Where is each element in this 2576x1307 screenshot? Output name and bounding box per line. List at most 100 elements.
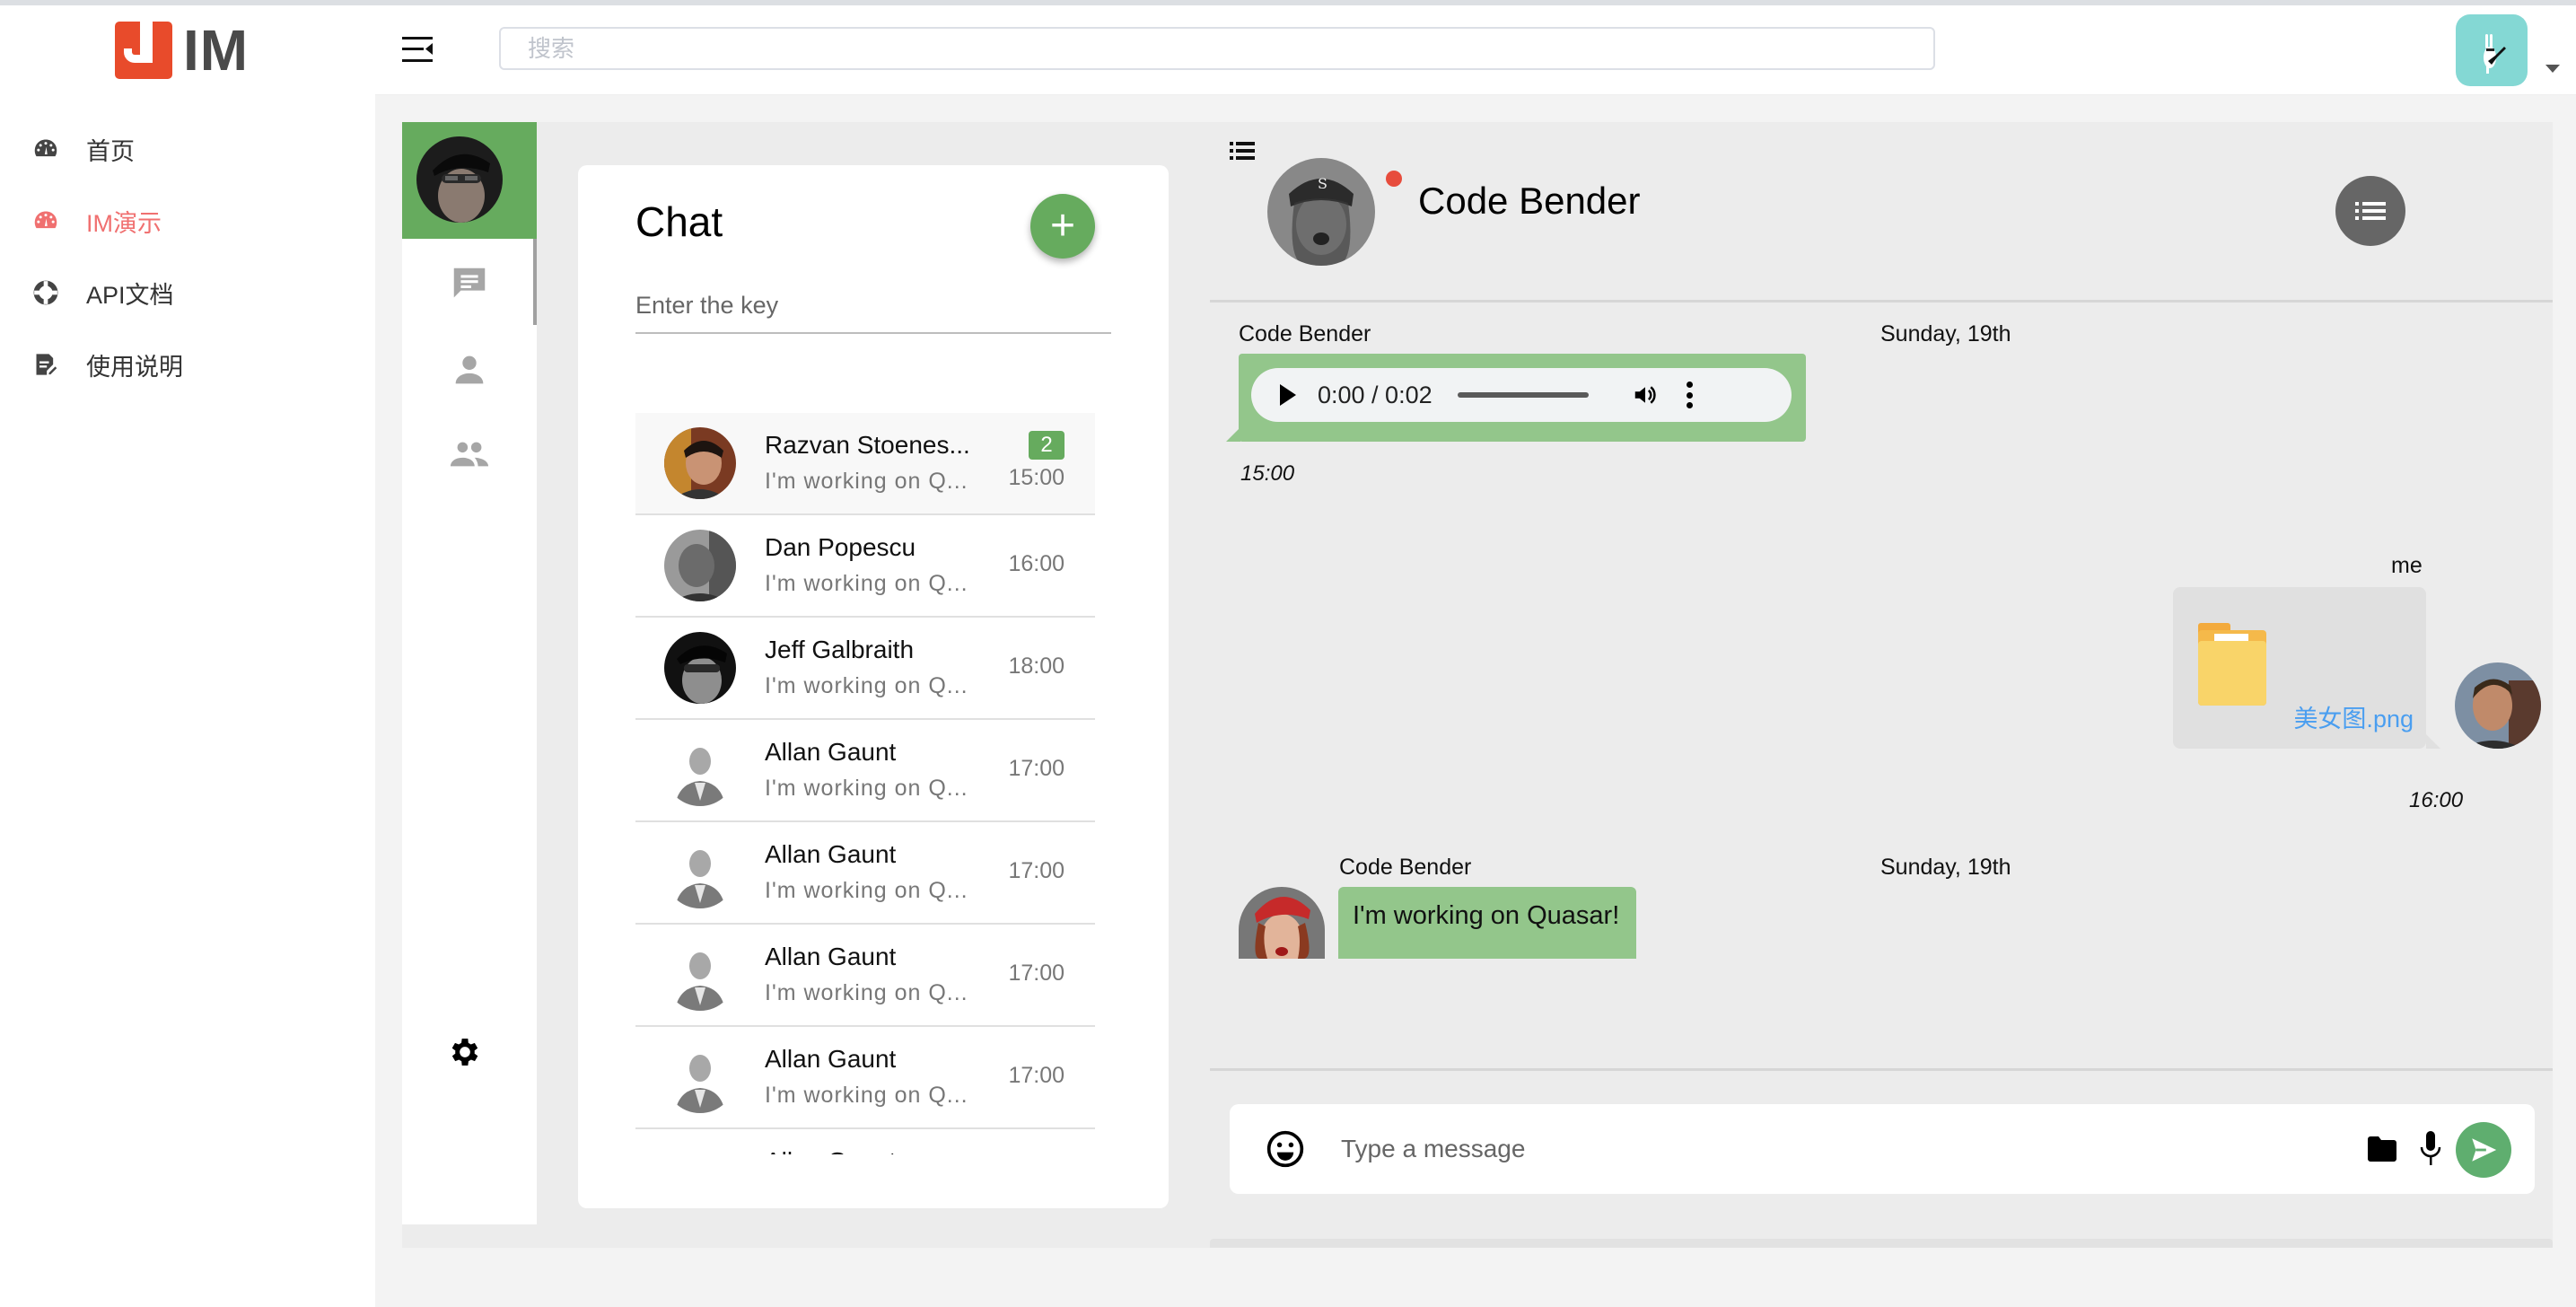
conversation-name: Jeff Galbraith (765, 636, 915, 663)
conversation-time: 15:00 (1008, 465, 1065, 490)
logo-j-mark-icon (115, 22, 172, 79)
nav-menu: 首页 IM演示 API文档 使用说明 (0, 113, 375, 400)
folder-icon[interactable] (2368, 1136, 2396, 1162)
conversation-avatar (664, 939, 736, 1011)
conversation-item[interactable]: Allan Gaunt I'm working on Q... 17:00 (635, 720, 1095, 822)
nav-item-label: 使用说明 (86, 353, 183, 381)
chat-search-input[interactable] (635, 278, 1111, 334)
left-navigation: IM 首页 IM演示 API文档 使用说明 (0, 5, 375, 1307)
nav-item-api-docs[interactable]: API文档 (0, 257, 375, 329)
list-icon[interactable] (1230, 142, 1255, 160)
divider (1210, 1068, 2553, 1071)
dashboard-icon (32, 207, 59, 234)
im-app-frame: Chat + Razvan Stoenes... I'm working on … (402, 122, 2553, 1248)
conversation-preview: I'm working on Q... (765, 878, 968, 903)
current-user-avatar[interactable] (416, 136, 503, 223)
audio-message-bubble: 0:00 / 0:02 (1226, 354, 1806, 442)
conversation-avatar (664, 837, 736, 908)
conversation-time: 17:00 (1008, 858, 1065, 883)
person-icon (455, 355, 484, 384)
conversation-item[interactable]: Allan Gaunt I'm working on Q... 17:00 (635, 925, 1095, 1027)
rail-chat-button[interactable] (438, 257, 501, 311)
conversation-name: Allan Gaunt (765, 943, 897, 970)
icon-rail (402, 122, 537, 1224)
more-vert-icon[interactable] (1686, 382, 1695, 408)
conversation-preview: I'm working on Q... (765, 673, 968, 698)
divider (1210, 300, 2553, 303)
nav-item-usage-guide[interactable]: 使用说明 (0, 329, 375, 400)
conversation-avatar (664, 530, 736, 601)
gear-icon (451, 1039, 478, 1066)
text-message-bubble: I'm working on Quasar! (1338, 887, 1636, 959)
conversation-avatar (664, 734, 736, 806)
conversation-name: Allan Gaunt (765, 738, 897, 766)
app-logo[interactable]: IM (115, 22, 249, 79)
user-avatar[interactable] (2456, 14, 2528, 86)
play-icon[interactable] (1280, 384, 1296, 406)
list-icon (2355, 202, 2386, 220)
unread-badge: 2 (1029, 431, 1065, 460)
svg-text:S: S (1318, 175, 1327, 192)
conversation-time: 17:00 (1008, 756, 1065, 781)
file-name-link[interactable]: 美女图.png (2293, 699, 2414, 734)
conversation-avatar (664, 427, 736, 499)
conversation-item[interactable]: Allan Gaunt I'm working on Q... 17:00 (635, 1027, 1095, 1129)
conversation-list: Razvan Stoenes... I'm working on Q... 2 … (635, 413, 1095, 1154)
message-timestamp: 15:00 (1240, 461, 1295, 486)
logo-text: IM (183, 18, 250, 83)
conversation-preview: I'm working on Q... (765, 571, 968, 596)
send-icon (2472, 1138, 2497, 1162)
add-chat-button[interactable]: + (1030, 194, 1095, 259)
conversation-time: 18:00 (1008, 654, 1065, 679)
message-date: Sunday, 19th (1880, 321, 2011, 346)
volume-icon[interactable] (1632, 382, 1659, 408)
microphone-icon[interactable] (2420, 1131, 2441, 1167)
nav-item-home[interactable]: 首页 (0, 113, 375, 185)
peer-name: Code Bender (1418, 180, 1641, 222)
message-sender: me (2391, 553, 2423, 578)
message-timestamp: 16:00 (2409, 788, 2464, 812)
conversation-time: 16:00 (1008, 551, 1065, 576)
message-composer (1230, 1104, 2535, 1194)
menu-collapse-icon[interactable] (402, 36, 433, 63)
conversation-name: Allan Gaunt (765, 1147, 896, 1154)
audio-progress-slider[interactable] (1457, 392, 1589, 398)
top-header (375, 5, 2576, 95)
emoji-icon[interactable] (1266, 1129, 1305, 1169)
conversation-avatar (664, 1144, 736, 1154)
main-content: Chat + Razvan Stoenes... I'm working on … (375, 95, 2576, 1307)
file-message-bubble[interactable]: 美女图.png (2173, 587, 2440, 749)
peer-avatar[interactable]: S (1267, 158, 1375, 266)
conversation-avatar (664, 632, 736, 704)
chat-list-panel: Chat + Razvan Stoenes... I'm working on … (578, 165, 1169, 1208)
conversation-item[interactable]: Allan Gaunt I'm working on Q... 17:00 (635, 822, 1095, 925)
conversation-avatar (664, 1041, 736, 1113)
conversation-item[interactable]: Allan Gaunt (635, 1129, 1095, 1154)
send-button[interactable] (2456, 1122, 2511, 1178)
conversation-preview: I'm working on Q... (765, 469, 968, 494)
nav-item-label: IM演示 (86, 209, 162, 237)
conversation-item[interactable]: Jeff Galbraith I'm working on Q... 18:00 (635, 618, 1095, 720)
chat-options-button[interactable] (2335, 176, 2405, 246)
composer-footer (1210, 1239, 2553, 1248)
conversation-item[interactable]: Dan Popescu I'm working on Q... 16:00 (635, 515, 1095, 618)
conversation-item[interactable]: Razvan Stoenes... I'm working on Q... 2 … (635, 413, 1095, 515)
rail-groups-button[interactable] (438, 427, 501, 481)
chat-list-title: Chat (635, 198, 723, 245)
rail-contacts-button[interactable] (438, 343, 501, 397)
audio-player[interactable]: 0:00 / 0:02 (1251, 368, 1792, 422)
message-input[interactable] (1341, 1126, 2328, 1172)
message-sender: Code Bender (1339, 855, 1472, 880)
caret-down-icon[interactable] (2545, 65, 2560, 73)
conversation-time: 17:00 (1008, 1063, 1065, 1088)
rabbit-guitar-avatar-icon (2484, 34, 2506, 74)
peer-message-avatar (1239, 887, 1325, 959)
rail-active-indicator (533, 239, 537, 325)
nav-item-im-demo[interactable]: IM演示 (0, 185, 375, 257)
nav-item-label: 首页 (86, 137, 135, 165)
conversation-name: Razvan Stoenes... (765, 431, 970, 459)
settings-button[interactable] (438, 1025, 492, 1079)
conversation-preview: I'm working on Q... (765, 980, 968, 1005)
search-input[interactable] (499, 27, 1935, 70)
message-date: Sunday, 19th (1880, 855, 2011, 880)
